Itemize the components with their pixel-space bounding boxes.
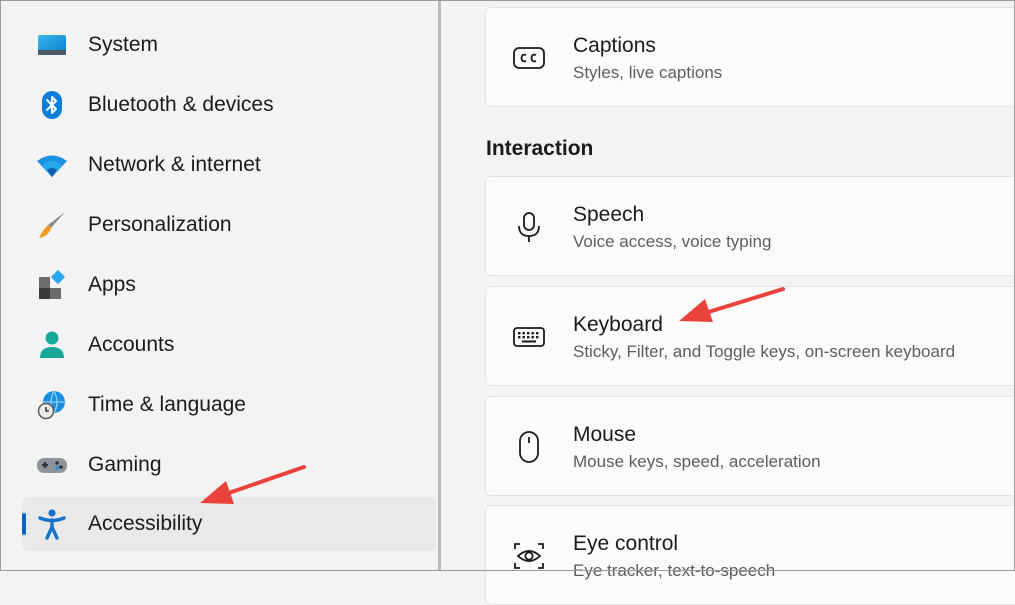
sidebar-item-personalization[interactable]: Personalization	[22, 198, 436, 252]
sidebar-item-label: Time & language	[88, 393, 246, 416]
sidebar-item-bluetooth-devices[interactable]: Bluetooth & devices	[22, 78, 436, 132]
card-subtitle: Sticky, Filter, and Toggle keys, on-scre…	[573, 342, 956, 361]
setting-card-eye-control[interactable]: Eye control Eye tracker, text-to-speech	[485, 505, 1015, 605]
person-icon	[40, 331, 64, 358]
sidebar-item-accounts[interactable]: Accounts	[22, 318, 436, 372]
accessibility-icon	[38, 509, 66, 540]
card-title: Keyboard	[573, 313, 663, 336]
card-title: Eye control	[573, 532, 679, 555]
cc-icon	[513, 47, 545, 69]
setting-card-keyboard[interactable]: Keyboard Sticky, Filter, and Toggle keys…	[485, 286, 1015, 386]
brush-icon	[39, 212, 65, 238]
apps-icon	[39, 269, 66, 299]
sidebar-item-label: Gaming	[88, 453, 162, 476]
selection-indicator	[22, 513, 26, 535]
card-subtitle: Eye tracker, text-to-speech	[573, 561, 776, 580]
eye-control-icon	[514, 543, 544, 569]
globe-clock-icon	[37, 390, 65, 420]
gamepad-icon	[37, 458, 67, 473]
card-subtitle: Styles, live captions	[573, 63, 723, 82]
sidebar-item-label: Personalization	[88, 213, 232, 236]
sidebar-item-label: Network & internet	[88, 153, 261, 176]
card-subtitle: Mouse keys, speed, acceleration	[573, 452, 821, 471]
card-title: Captions	[573, 34, 656, 57]
setting-card-mouse[interactable]: Mouse Mouse keys, speed, acceleration	[485, 396, 1015, 496]
card-title: Mouse	[573, 423, 637, 446]
main-content: Captions Styles, live captions Interacti…	[441, 0, 1015, 605]
sidebar-item-label: System	[88, 33, 159, 56]
card-subtitle: Voice access, voice typing	[573, 232, 772, 251]
sidebar-item-label: Bluetooth & devices	[88, 93, 274, 116]
setting-card-speech[interactable]: Speech Voice access, voice typing	[485, 176, 1015, 276]
wifi-icon	[37, 155, 67, 177]
sidebar-nav: System Bluetooth & devices Network & int…	[0, 0, 438, 571]
sidebar-item-time-language[interactable]: Time & language	[22, 378, 436, 432]
sidebar-item-label: Apps	[88, 273, 136, 296]
system-icon	[38, 35, 66, 55]
setting-card-captions[interactable]: Captions Styles, live captions	[485, 7, 1015, 107]
sidebar-item-network-internet[interactable]: Network & internet	[22, 138, 436, 192]
keyboard-icon	[513, 327, 545, 347]
sidebar-item-system[interactable]: System	[22, 18, 436, 72]
sidebar-item-label: Accessibility	[88, 512, 203, 535]
section-title-interaction: Interaction	[486, 137, 594, 160]
bluetooth-icon	[42, 91, 62, 119]
sidebar-item-label: Accounts	[88, 333, 175, 356]
mouse-icon	[519, 431, 539, 463]
sidebar-item-apps[interactable]: Apps	[22, 258, 436, 312]
card-title: Speech	[573, 203, 645, 226]
sidebar-item-gaming[interactable]: Gaming	[22, 438, 436, 492]
microphone-icon	[518, 212, 540, 242]
sidebar-item-accessibility[interactable]: Accessibility	[22, 497, 436, 551]
